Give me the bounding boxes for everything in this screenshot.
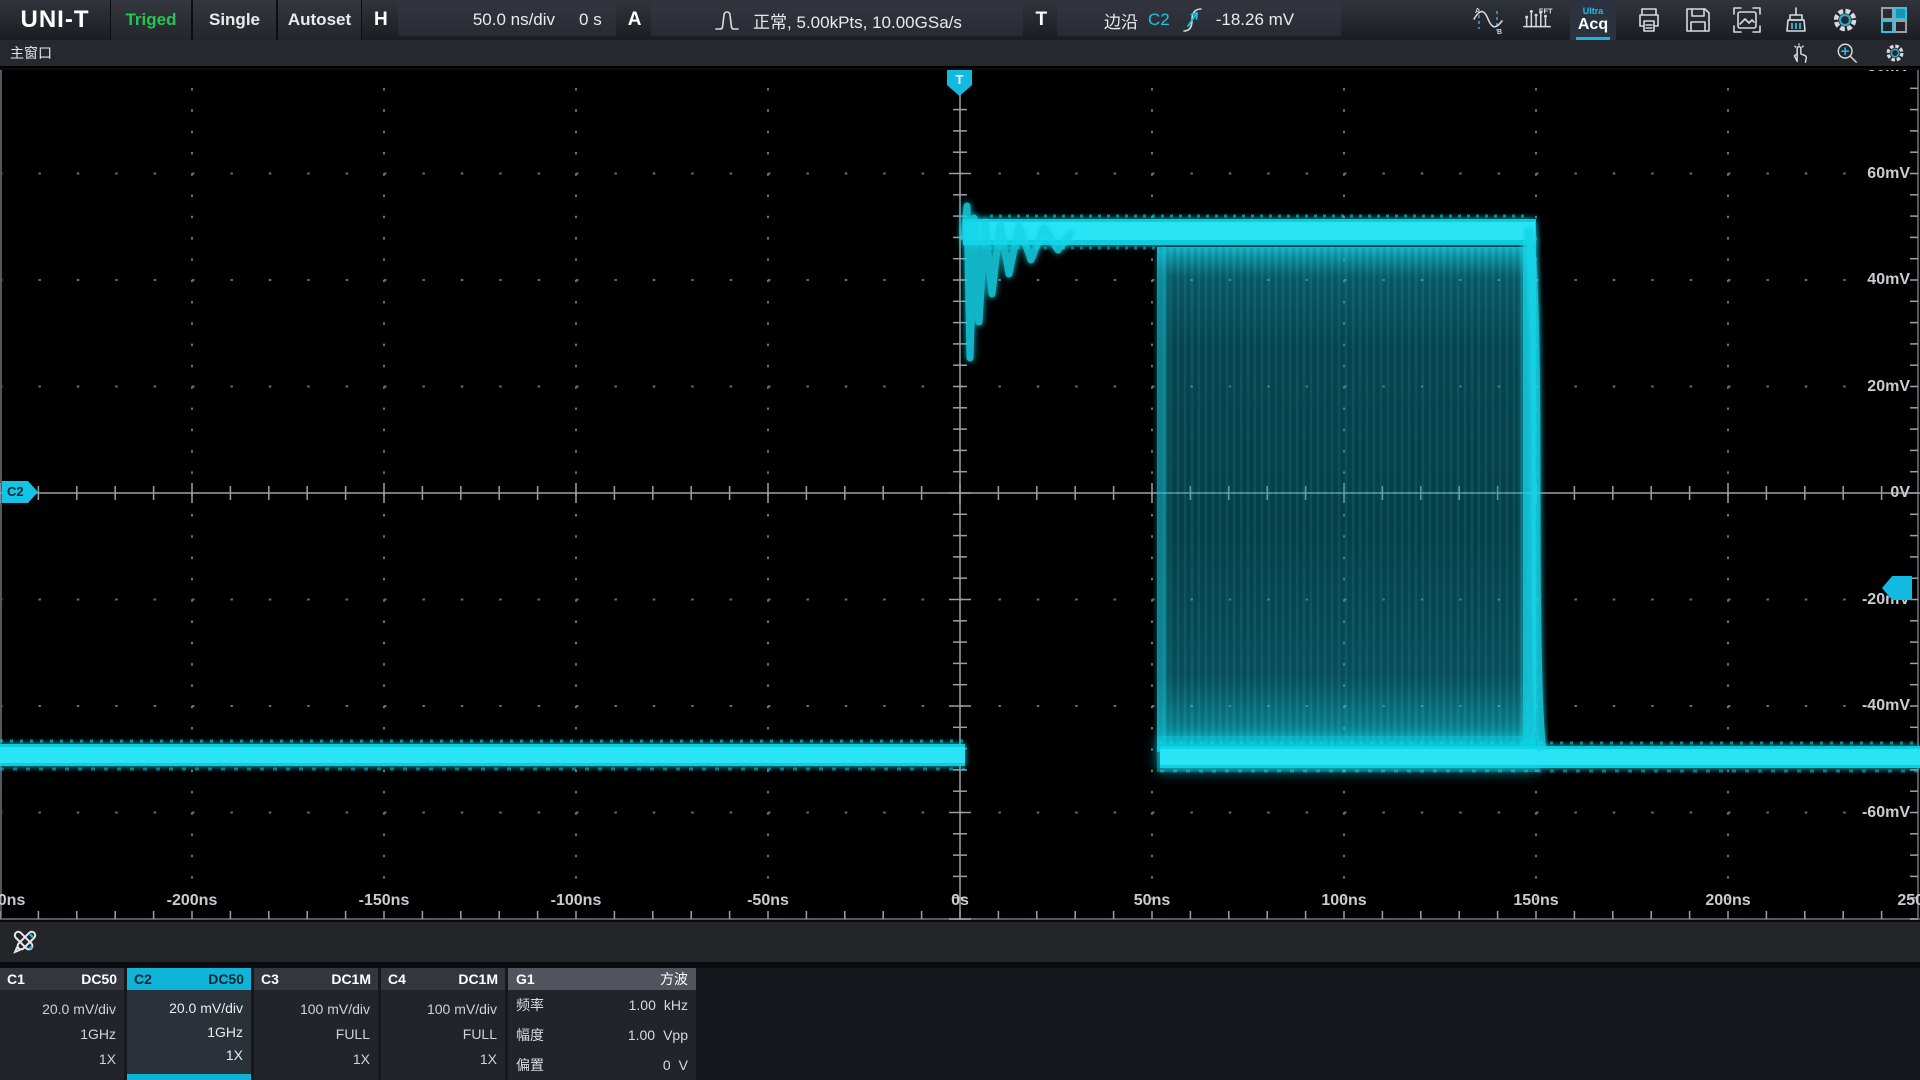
voltage-label: -40mV — [1850, 697, 1910, 715]
channel-coupling: DC1M — [331, 971, 371, 987]
voltage-label: 20mV — [1850, 378, 1910, 396]
channel-coupling: DC50 — [81, 971, 117, 987]
channel-block-c2[interactable]: C2 DC50 20.0 mV/div 1GHz 1X — [127, 968, 251, 1080]
generator-wave-type: 方波 — [660, 969, 688, 989]
pulse-icon — [713, 8, 743, 32]
trigger-settings-box[interactable]: 边沿 C2 -18.26 mV — [1057, 4, 1341, 36]
voltage-label: 60mV — [1850, 165, 1910, 183]
channel-scale: 20.0 mV/div — [42, 1001, 116, 1017]
acquire-mode-label: Acq — [1578, 16, 1608, 33]
channel-id: C1 — [7, 971, 25, 987]
graticule-and-trace — [0, 70, 1920, 920]
horizontal-offset-value: 0 s — [579, 10, 602, 30]
channel-bandwidth: 1GHz — [207, 1024, 243, 1040]
oscilloscope-screen: UNI-T Triged Single Autoset H 50.0 ns/di… — [0, 0, 1920, 1080]
voltage-label: 80mV — [1850, 70, 1910, 76]
horizontal-settings-box[interactable]: 50.0 ns/div 0 s — [398, 4, 616, 36]
trigger-type: 边沿 — [1104, 8, 1138, 33]
channel-probe: 1X — [353, 1051, 370, 1067]
channel-bandwidth: FULL — [336, 1026, 370, 1042]
generator-offset-row: 偏置 0V — [508, 1050, 696, 1080]
channel-block-c4[interactable]: C4 DC1M 100 mV/div FULL 1X — [381, 968, 505, 1080]
generator-block-g1[interactable]: G1 方波 频率 1.00kHz 幅度 1.00Vpp 偏置 0V — [508, 968, 696, 1080]
channel-block-c1[interactable]: C1 DC50 20.0 mV/div 1GHz 1X — [0, 968, 124, 1080]
channel-scale: 20.0 mV/div — [169, 1000, 243, 1016]
channel-info-bar: C1 DC50 20.0 mV/div 1GHz 1X C2 DC50 20.0 m… — [0, 968, 1920, 1080]
channel-probe: 1X — [226, 1047, 243, 1063]
channel-bandwidth: FULL — [463, 1026, 497, 1042]
channel-coupling: DC1M — [458, 971, 498, 987]
print-icon[interactable] — [1633, 4, 1665, 36]
window-layout-icon[interactable] — [1878, 4, 1910, 36]
channel-probe: 1X — [99, 1051, 116, 1067]
channel-id: C2 — [134, 971, 152, 987]
screenshot-icon[interactable] — [1731, 4, 1763, 36]
bottom-tool-strip — [0, 922, 1920, 962]
channel-scale: 100 mV/div — [300, 1001, 370, 1017]
voltage-label: 0V — [1850, 484, 1910, 502]
time-label: -150ns — [359, 892, 410, 910]
trigger-level-value: -18.26 mV — [1216, 10, 1294, 30]
time-label: -200ns — [167, 892, 218, 910]
touch-hand-icon[interactable] — [1788, 42, 1810, 64]
time-label: 250ns — [1897, 892, 1920, 910]
acquisition-info: 正常, 5.00kPts, 10.00GSa/s — [753, 8, 962, 33]
channel-block-c3[interactable]: C3 DC1M 100 mV/div FULL 1X — [254, 968, 378, 1080]
channel-coupling: DC50 — [208, 971, 244, 987]
trigger-section-label: T — [1023, 9, 1057, 31]
time-label: 100ns — [1321, 892, 1366, 910]
acquire-settings-box[interactable]: 正常, 5.00kPts, 10.00GSa/s — [651, 4, 1023, 36]
trigger-status-button[interactable]: Triged — [110, 0, 192, 40]
toolbar-icon-group: A B FFT Ultra Acq — [1472, 0, 1920, 40]
cursor-measure-icon[interactable]: A B — [1472, 4, 1504, 36]
trigger-source: C2 — [1148, 10, 1170, 30]
voltage-label: 40mV — [1850, 271, 1910, 289]
generator-amplitude-row: 幅度 1.00Vpp — [508, 1020, 696, 1050]
top-toolbar: UNI-T Triged Single Autoset H 50.0 ns/di… — [0, 0, 1920, 40]
voltage-label: -60mV — [1850, 804, 1910, 822]
trace-rising-edge — [964, 206, 1072, 764]
channel-bandwidth: 1GHz — [80, 1026, 116, 1042]
trace-low-left — [0, 741, 965, 769]
time-label: -100ns — [551, 892, 602, 910]
time-label: -250ns — [0, 892, 25, 910]
window-title-bar: 主窗口 — [0, 40, 1920, 68]
acquire-mode-button[interactable]: Ultra Acq — [1570, 0, 1616, 40]
rising-edge-slope-icon — [1180, 6, 1206, 34]
display-settings-gear-icon[interactable] — [1884, 42, 1906, 64]
time-label: -50ns — [747, 892, 789, 910]
channel-id: C4 — [388, 971, 406, 987]
generator-frequency-row: 频率 1.00kHz — [508, 990, 696, 1020]
single-button[interactable]: Single — [192, 0, 277, 40]
time-label: 200ns — [1705, 892, 1750, 910]
channel-scale: 100 mV/div — [427, 1001, 497, 1017]
autoset-button[interactable]: Autoset — [277, 0, 362, 40]
waveform-display[interactable]: T C2 80mV60mV40mV20mV0V-20mV-40mV-60mV -… — [0, 70, 1920, 920]
zoom-in-icon[interactable] — [1836, 42, 1858, 64]
settings-gear-icon[interactable] — [1829, 4, 1861, 36]
time-label: 50ns — [1134, 892, 1170, 910]
channel-probe: 1X — [480, 1051, 497, 1067]
timebase-value: 50.0 ns/div — [473, 10, 555, 30]
acquire-mode-sublabel: Ultra — [1583, 7, 1604, 16]
save-icon[interactable] — [1682, 4, 1714, 36]
time-label: 0s — [951, 892, 969, 910]
subbar-icon-group — [1788, 42, 1920, 64]
edit-tools-icon[interactable] — [8, 925, 42, 959]
time-label: 150ns — [1513, 892, 1558, 910]
acquire-section-label: A — [616, 9, 652, 31]
window-title: 主窗口 — [0, 43, 52, 63]
fft-icon[interactable]: FFT — [1521, 4, 1553, 36]
generator-id: G1 — [516, 971, 535, 987]
clear-icon[interactable] — [1780, 4, 1812, 36]
channel-id: C3 — [261, 971, 279, 987]
horizontal-section-label: H — [362, 9, 398, 31]
persistence-block — [1157, 240, 1539, 772]
brand-logo: UNI-T — [0, 6, 110, 34]
